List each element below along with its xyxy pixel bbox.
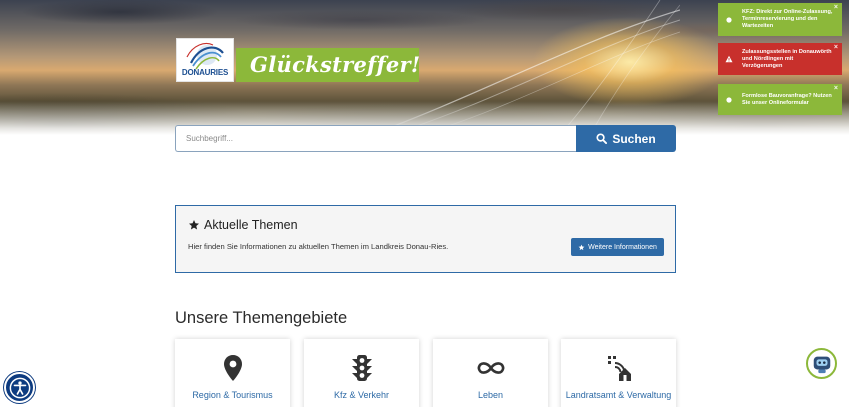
close-icon[interactable]: × xyxy=(834,4,838,11)
accessibility-icon xyxy=(9,377,30,398)
weitere-informationen-button[interactable]: Weitere Informationen xyxy=(571,238,664,256)
notification-bauvoranfrage[interactable]: Formlose Bauvoranfrage? Nutzen Sie unser… xyxy=(718,84,842,115)
robot-icon xyxy=(813,356,830,373)
map-pin-icon xyxy=(218,353,248,383)
aktuelle-themen-title: Aktuelle Themen xyxy=(204,218,298,232)
tile-label: Landratsamt & Verwaltung xyxy=(565,390,672,400)
weitere-informationen-label: Weitere Informationen xyxy=(588,243,657,251)
building-signal-icon xyxy=(604,353,634,383)
notification-text: Formlose Bauvoranfrage? Nutzen Sie unser… xyxy=(742,93,832,106)
tile-label: Kfz & Verkehr xyxy=(333,390,390,400)
circle-icon xyxy=(726,16,732,23)
slogan-banner: Glückstreffer! xyxy=(236,48,420,82)
notification-kfz[interactable]: KFZ: Direkt zur Online-Zulassung, Termin… xyxy=(718,3,842,36)
chatbot-button[interactable] xyxy=(806,348,837,379)
logo[interactable]: DONAURIES xyxy=(176,38,234,82)
logo-text: DONAURIES xyxy=(181,68,229,77)
close-icon[interactable]: × xyxy=(834,44,838,51)
themengebiete-heading: Unsere Themengebiete xyxy=(175,309,348,327)
notification-text: Zulassungsstellen in Donauwörth und Nörd… xyxy=(742,49,832,69)
search-button-label: Suchen xyxy=(612,131,656,146)
search-button[interactable]: Suchen xyxy=(576,125,676,152)
warning-icon xyxy=(725,55,733,63)
tile-leben[interactable]: Leben xyxy=(433,339,548,407)
tile-landratsamt-verwaltung[interactable]: Landratsamt & Verwaltung xyxy=(561,339,676,407)
aktuelle-themen-heading: Aktuelle Themen xyxy=(188,218,298,232)
tile-region-tourismus[interactable]: Region & Tourismus xyxy=(175,339,290,407)
star-icon xyxy=(578,244,585,250)
close-icon[interactable]: × xyxy=(834,85,838,92)
accessibility-button[interactable] xyxy=(4,372,35,403)
aktuelle-themen-box: Aktuelle Themen Hier finden Sie Informat… xyxy=(175,205,676,273)
search-icon xyxy=(596,133,608,144)
notification-text: KFZ: Direkt zur Online-Zulassung, Termin… xyxy=(742,9,833,29)
logo-swoosh-icon xyxy=(186,42,224,70)
circle-icon xyxy=(726,96,732,103)
star-icon xyxy=(189,220,199,230)
traffic-light-icon xyxy=(347,353,377,383)
aktuelle-themen-text: Hier finden Sie Informationen zu aktuell… xyxy=(188,242,449,251)
tile-kfz-verkehr[interactable]: Kfz & Verkehr xyxy=(304,339,419,407)
tile-label: Region & Tourismus xyxy=(192,390,273,400)
infinity-icon xyxy=(476,353,506,383)
notification-zulassungsstellen[interactable]: Zulassungsstellen in Donauwörth und Nörd… xyxy=(718,43,842,75)
tile-label: Leben xyxy=(477,390,504,400)
search-input[interactable] xyxy=(175,125,576,152)
